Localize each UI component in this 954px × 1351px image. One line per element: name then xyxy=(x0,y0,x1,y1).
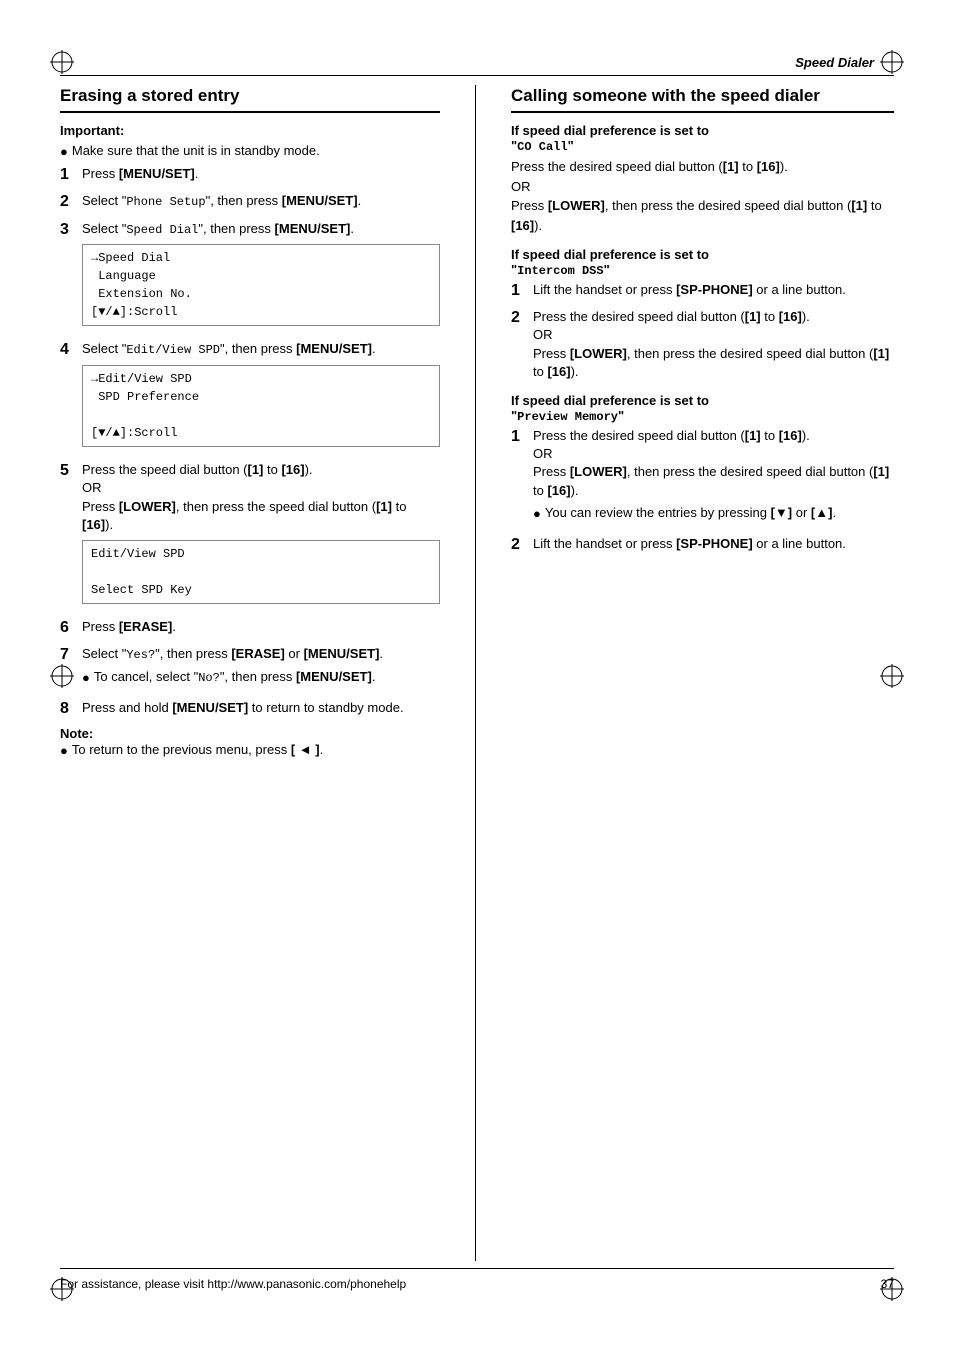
step-7: 7 Select "Yes?", then press [ERASE] or [… xyxy=(60,645,440,691)
preview-step-1-bullet: ● You can review the entries by pressing… xyxy=(533,504,894,523)
column-divider xyxy=(475,85,476,1261)
step-6: 6 Press [ERASE]. xyxy=(60,618,440,637)
header-rule xyxy=(60,75,894,76)
reg-mark-tl xyxy=(48,48,76,76)
intercom-step-2: 2 Press the desired speed dial button ([… xyxy=(511,308,894,381)
left-section-title: Erasing a stored entry xyxy=(60,85,440,113)
page-header-title: Speed Dialer xyxy=(795,55,874,70)
step-2: 2 Select "Phone Setup", then press [MENU… xyxy=(60,192,440,211)
subsection-co-call: If speed dial preference is set to "CO C… xyxy=(511,123,894,235)
step-1: 1 Press [MENU/SET]. xyxy=(60,165,440,184)
subsec-heading-co-call: If speed dial preference is set to "CO C… xyxy=(511,123,894,154)
bullet-icon: ● xyxy=(82,669,90,687)
subsection-preview-memory: If speed dial preference is set to "Prev… xyxy=(511,393,894,554)
note-label: Note: xyxy=(60,726,440,741)
menu-box-5: Edit/View SPD Select SPD Key xyxy=(82,540,440,604)
preview-step-2: 2 Lift the handset or press [SP-PHONE] o… xyxy=(511,535,894,554)
co-call-text: Press the desired speed dial button ([1]… xyxy=(511,157,894,235)
step-7-bullet: ● To cancel, select "No?", then press [M… xyxy=(82,668,440,687)
note-section: Note: ● To return to the previous menu, … xyxy=(60,726,440,760)
reg-mark-tr xyxy=(878,48,906,76)
important-bullet-1: ● Make sure that the unit is in standby … xyxy=(60,142,440,161)
bullet-icon: ● xyxy=(60,143,68,161)
preview-step-1: 1 Press the desired speed dial button ([… xyxy=(511,427,894,527)
step-4: 4 Select "Edit/View SPD", then press [ME… xyxy=(60,340,440,453)
step-3: 3 Select "Speed Dial", then press [MENU/… xyxy=(60,220,440,333)
intercom-step-1: 1 Lift the handset or press [SP-PHONE] o… xyxy=(511,281,894,300)
right-section-title: Calling someone with the speed dialer xyxy=(511,85,894,113)
page-footer: For assistance, please visit http://www.… xyxy=(60,1268,894,1291)
step-5: 5 Press the speed dial button ([1] to [1… xyxy=(60,461,440,610)
step-8: 8 Press and hold [MENU/SET] to return to… xyxy=(60,699,440,718)
footer-page-number: 37 xyxy=(881,1277,894,1291)
subsec-heading-intercom-dss: If speed dial preference is set to "Inte… xyxy=(511,247,894,278)
menu-box-3: →Speed Dial Language Extension No. [▼/▲]… xyxy=(82,244,440,326)
page: Speed Dialer Erasing a stored entry Impo… xyxy=(0,0,954,1351)
important-label: Important: xyxy=(60,123,440,138)
left-column: Erasing a stored entry Important: ● Make… xyxy=(60,85,440,1261)
footer-assist-text: For assistance, please visit http://www.… xyxy=(60,1277,406,1291)
main-content: Erasing a stored entry Important: ● Make… xyxy=(60,85,894,1261)
note-bullet-1: ● To return to the previous menu, press … xyxy=(60,741,440,760)
bullet-icon: ● xyxy=(60,742,68,760)
right-column: Calling someone with the speed dialer If… xyxy=(511,85,894,1261)
subsection-intercom-dss: If speed dial preference is set to "Inte… xyxy=(511,247,894,381)
menu-box-4: →Edit/View SPD SPD Preference [▼/▲]:Scro… xyxy=(82,365,440,447)
subsec-heading-preview-memory: If speed dial preference is set to "Prev… xyxy=(511,393,894,424)
bullet-icon: ● xyxy=(533,505,541,523)
